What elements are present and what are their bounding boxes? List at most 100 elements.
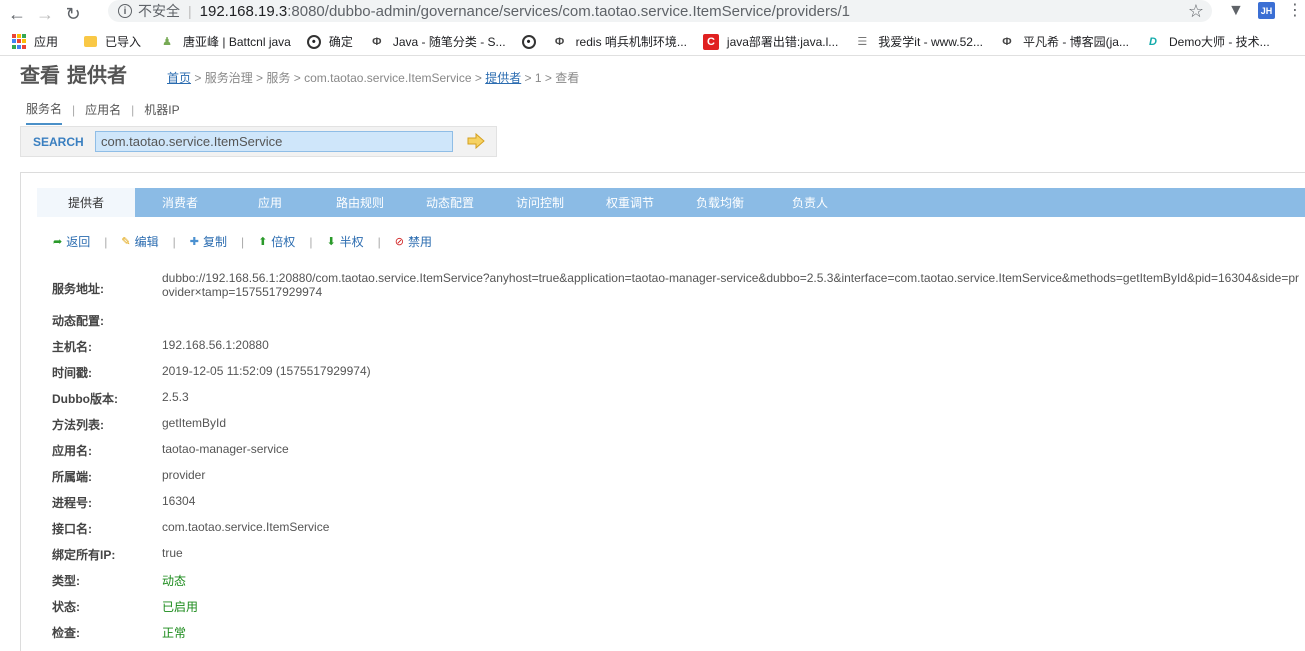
double-weight-button[interactable]: ⬆ 倍权: [258, 233, 295, 250]
url-host: 192.168.19.3: [199, 2, 288, 20]
bookmark-label: 已导入: [105, 35, 142, 49]
search-tab-divider: |: [131, 102, 135, 117]
back-icon: ➦: [53, 236, 63, 248]
bookmarks-bar: 应用 已导入 ♟ 唐亚峰 | Battcnl java • 确定 Ф Java …: [0, 28, 1305, 56]
search-tab-ip[interactable]: 机器IP: [144, 101, 179, 124]
tab-providers[interactable]: 提供者: [37, 188, 135, 217]
swirl-icon: Ф: [372, 35, 382, 48]
bookmark-label: Demo大师 - 技术...: [1169, 35, 1270, 49]
page-title: 查看 提供者: [20, 62, 127, 87]
apps-icon: [12, 33, 26, 50]
csdn-icon: C: [702, 33, 719, 50]
back-button[interactable]: ➦ 返回: [53, 233, 90, 250]
search-arrow-icon[interactable]: [467, 133, 485, 149]
bookmark-label: redis 哨兵机制环境...: [575, 35, 687, 49]
detail-label: 类型:: [52, 574, 80, 588]
action-divider: |: [240, 234, 245, 249]
security-label: 不安全: [138, 3, 180, 19]
plus-icon: ✚: [189, 236, 199, 248]
detail-value: 16304: [162, 494, 196, 508]
copy-button[interactable]: ✚ 复制: [190, 233, 227, 250]
info-icon[interactable]: i: [118, 4, 132, 18]
bookmark-item[interactable]: Ф Java - 随笔分类 - S...: [369, 33, 506, 50]
disable-button[interactable]: ⊘ 禁用: [395, 233, 432, 250]
edit-label: 编辑: [134, 235, 159, 249]
action-divider: |: [377, 234, 381, 249]
detail-value: 2.5.3: [162, 390, 189, 404]
bookmark-label: 平凡希 - 博客园(ja...: [1022, 35, 1129, 49]
tab-access[interactable]: 访问控制: [495, 188, 585, 217]
detail-value: com.taotao.service.ItemService: [162, 520, 330, 534]
bookmark-label: 我爱学it - www.52...: [878, 35, 983, 49]
book-icon: ☰: [857, 36, 868, 48]
bookmark-label: Java - 随笔分类 - S...: [392, 35, 506, 49]
swirl-icon: Ф: [554, 35, 565, 48]
extension-v-icon[interactable]: ▼: [1228, 2, 1244, 20]
breadcrumb-separator: >: [521, 71, 535, 85]
search-tab-service[interactable]: 服务名: [26, 100, 63, 125]
extension-jh-icon[interactable]: JH: [1258, 2, 1275, 19]
bookmark-label: java部署出错:java.l...: [726, 35, 839, 49]
tab-routes[interactable]: 路由规则: [315, 188, 405, 217]
detail-value: 动态: [162, 574, 187, 588]
tab-applications[interactable]: 应用: [225, 188, 315, 217]
disable-label: 禁用: [408, 235, 433, 249]
pencil-icon: ✎: [121, 236, 131, 248]
browser-toolbar: ← → ↻ i 不安全 | 192.168.19.3:8080/dubbo-ad…: [0, 0, 1305, 28]
edit-button[interactable]: ✎ 编辑: [121, 233, 158, 250]
detail-label: 方法列表:: [52, 418, 104, 432]
tab-owners[interactable]: 负责人: [765, 188, 855, 217]
tab-weights[interactable]: 权重调节: [585, 188, 675, 217]
detail-label: 时间戳:: [52, 366, 92, 380]
bookmark-item[interactable]: ♟ 唐亚峰 | Battcnl java: [159, 33, 291, 50]
d-icon: D: [1149, 35, 1157, 48]
back-arrow-icon[interactable]: ←: [6, 3, 28, 25]
half-weight-button[interactable]: ⬇ 半权: [326, 233, 363, 250]
action-divider: |: [309, 234, 313, 249]
folder-icon: [84, 36, 98, 47]
detail-value: dubbo://192.168.56.1:20880/com.taotao.se…: [162, 271, 1300, 299]
bookmark-item[interactable]: Ф 平凡希 - 博客园(ja...: [999, 33, 1129, 50]
search-tab-divider: |: [72, 102, 76, 117]
status-badge: 已启用: [162, 600, 199, 614]
detail-label: 接口名:: [52, 522, 92, 536]
breadcrumb-home-link[interactable]: 首页: [167, 71, 191, 85]
bookmark-item[interactable]: D Demo大师 - 技术...: [1145, 33, 1270, 50]
double-weight-label: 倍权: [271, 235, 296, 249]
address-bar[interactable]: i 不安全 | 192.168.19.3:8080/dubbo-admin/go…: [108, 0, 1212, 22]
tab-overrides[interactable]: 动态配置: [405, 188, 495, 217]
search-tab-application[interactable]: 应用名: [85, 101, 121, 124]
tab-consumers[interactable]: 消费者: [135, 188, 225, 217]
detail-label: Dubbo版本:: [52, 392, 118, 406]
forward-arrow-icon[interactable]: →: [34, 3, 56, 25]
arrow-up-icon: ⬆: [258, 236, 268, 248]
breadcrumb-separator: >: [252, 71, 267, 85]
bookmark-item[interactable]: Ф redis 哨兵机制环境...: [552, 33, 687, 50]
bookmark-imported[interactable]: 已导入: [84, 33, 141, 50]
tab-loadbalance[interactable]: 负载均衡: [675, 188, 765, 217]
detail-value: 正常: [162, 626, 187, 640]
bookmark-star-icon[interactable]: ☆: [1188, 1, 1204, 22]
bookmark-item[interactable]: ☰ 我爱学it - www.52...: [854, 33, 983, 50]
search-input[interactable]: [95, 131, 453, 152]
ban-icon: ⊘: [394, 236, 405, 248]
url-divider: |: [188, 3, 192, 19]
detail-label: 所属端:: [52, 470, 92, 484]
detail-value: provider: [162, 468, 206, 482]
bookmark-item[interactable]: • 确定: [306, 33, 353, 50]
reload-icon[interactable]: ↻: [62, 3, 84, 25]
action-divider: |: [104, 234, 108, 249]
bookmark-item[interactable]: C java部署出错:java.l...: [702, 33, 839, 50]
bookmark-item[interactable]: •: [521, 34, 544, 49]
globe-icon: •: [521, 34, 536, 49]
url-path: :8080/dubbo-admin/governance/services/co…: [287, 2, 851, 20]
breadcrumb-providers-link[interactable]: 提供者: [485, 71, 521, 85]
detail-label: 检查:: [52, 626, 80, 640]
detail-value: taotao-manager-service: [162, 442, 289, 456]
bookmark-apps[interactable]: 应用: [12, 33, 58, 50]
breadcrumb-separator: >: [471, 71, 486, 85]
breadcrumb-separator: >: [541, 71, 556, 85]
browser-menu-icon[interactable]: ⋮: [1287, 0, 1303, 20]
breadcrumb-id: 1: [534, 71, 542, 85]
arrow-down-icon: ⬇: [326, 236, 336, 248]
